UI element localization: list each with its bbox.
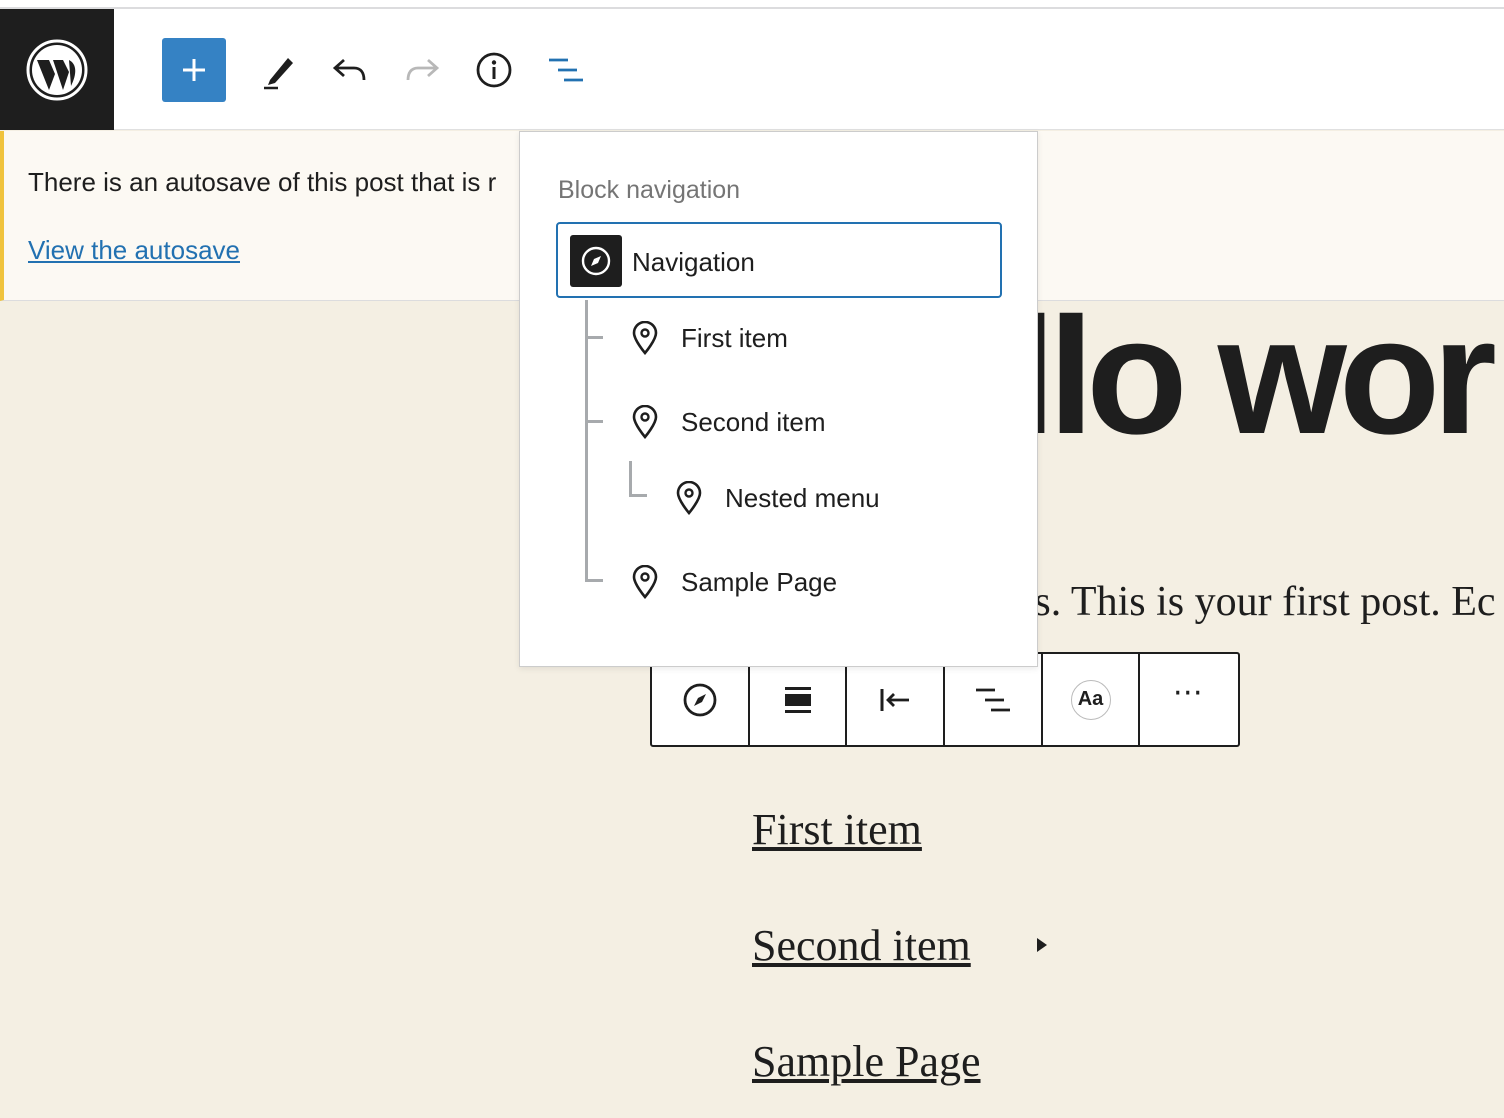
location-pin-icon	[629, 320, 661, 356]
undo-button[interactable]	[318, 38, 382, 102]
tree-item-label: First item	[681, 322, 788, 353]
info-icon	[476, 52, 512, 88]
tree-item-first-item[interactable]: First item	[629, 313, 788, 363]
more-options-button[interactable]: ⋯	[1140, 654, 1238, 745]
nav-link-first-item[interactable]: First item	[752, 804, 922, 855]
tree-item-nested-menu[interactable]: Nested menu	[673, 473, 880, 523]
post-paragraph[interactable]: ss. This is your first post. Ec	[1018, 578, 1496, 626]
tree-connector	[629, 494, 647, 497]
compass-icon	[570, 235, 622, 287]
block-navigation-popover: Block navigation Navigation First item S…	[519, 131, 1038, 667]
wordpress-logo[interactable]	[0, 9, 114, 130]
tree-item-second-item[interactable]: Second item	[629, 397, 826, 447]
list-view-icon	[549, 58, 583, 82]
block-navigation-button[interactable]	[534, 38, 598, 102]
tools-button[interactable]	[246, 38, 310, 102]
tree-item-label: Navigation	[632, 247, 755, 277]
location-pin-icon	[629, 564, 661, 600]
redo-icon	[406, 58, 440, 81]
tree-item-navigation[interactable]: Navigation	[556, 222, 1002, 298]
editor-header-toolbar	[0, 9, 1504, 130]
tree-connector	[585, 336, 603, 339]
justify-left-icon	[880, 688, 910, 711]
align-center-icon	[784, 686, 811, 713]
location-pin-icon	[673, 480, 705, 516]
view-autosave-link[interactable]: View the autosave	[28, 235, 240, 266]
pencil-icon	[264, 58, 293, 90]
block-navigation-toolbar-button[interactable]	[945, 654, 1043, 745]
add-block-button[interactable]	[162, 38, 226, 102]
nav-link-sample-page[interactable]: Sample Page	[752, 1036, 981, 1087]
undo-icon	[332, 58, 366, 81]
nav-link-second-item[interactable]: Second item	[752, 920, 971, 971]
redo-button[interactable]	[390, 38, 454, 102]
popover-title: Block navigation	[558, 176, 741, 204]
compass-icon	[683, 683, 717, 716]
tree-item-label: Nested menu	[725, 482, 880, 513]
tree-connector	[585, 579, 603, 582]
tree-connector	[585, 420, 603, 423]
list-view-icon	[975, 688, 1010, 711]
text-settings-label: Aa	[1070, 679, 1111, 720]
tree-connector	[585, 300, 588, 582]
tree-connector	[629, 461, 632, 497]
justification-button[interactable]	[847, 654, 946, 745]
navigation-block-type-button[interactable]	[652, 654, 750, 745]
location-pin-icon	[629, 404, 661, 440]
post-title[interactable]: llo wor	[1010, 282, 1497, 472]
text-settings-button[interactable]: Aa	[1043, 654, 1141, 745]
notice-text: There is an autosave of this post that i…	[28, 167, 497, 197]
align-button[interactable]	[750, 654, 848, 745]
tree-item-label: Second item	[681, 406, 826, 437]
plus-icon	[183, 59, 205, 81]
submenu-arrow-icon[interactable]	[1037, 938, 1047, 952]
wordpress-logo-icon	[26, 39, 88, 100]
tree-item-sample-page[interactable]: Sample Page	[629, 557, 837, 607]
top-edge	[0, 0, 1504, 9]
more-options-icon: ⋯	[1172, 675, 1206, 709]
tree-item-label: Sample Page	[681, 566, 838, 597]
details-button[interactable]	[462, 38, 526, 102]
